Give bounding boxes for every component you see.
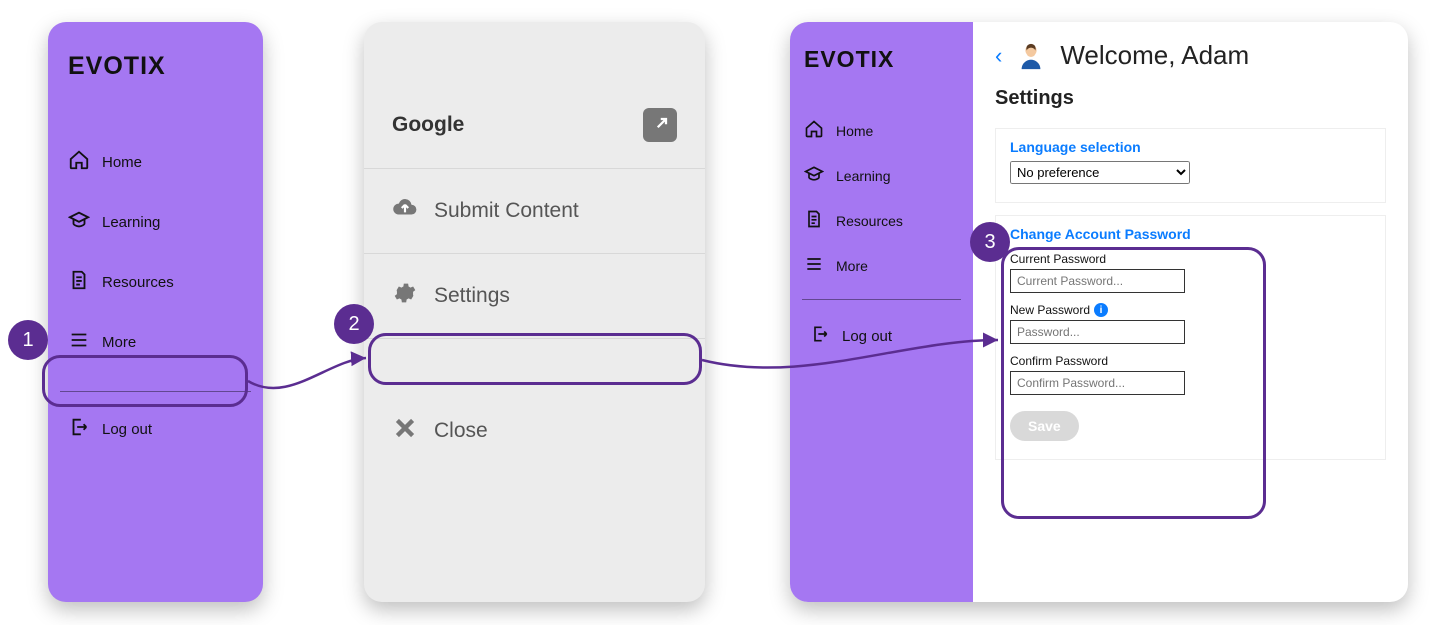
sidebar-item-more[interactable]: More: [796, 248, 967, 283]
new-password-label: New Password i: [1010, 303, 1371, 317]
gear-icon: [392, 280, 418, 312]
sidebar-item-label: Resources: [836, 213, 903, 229]
document-icon: [804, 209, 824, 232]
sidebar-nav: Home Learning Resources More: [48, 141, 263, 363]
sidebar-item-label: Home: [836, 123, 873, 139]
page-title: Settings: [995, 87, 1386, 110]
more-item-google[interactable]: Google: [364, 82, 705, 169]
brand-logo: EVOTIX: [790, 22, 973, 113]
new-password-label-text: New Password: [1010, 303, 1090, 317]
sidebar-item-label: More: [102, 334, 136, 351]
connector-arrow-2: [702, 320, 1012, 390]
card-heading-password: Change Account Password: [1010, 226, 1371, 242]
more-item-label: Google: [392, 113, 464, 137]
external-link-icon: [643, 108, 677, 142]
cloud-upload-icon: [392, 195, 418, 227]
divider: [802, 299, 961, 300]
divider: [60, 391, 251, 392]
sidebar-item-label: Log out: [102, 421, 152, 438]
more-item-label: Settings: [434, 284, 510, 308]
save-button[interactable]: Save: [1010, 411, 1079, 441]
password-card: Change Account Password Current Password…: [995, 215, 1386, 460]
sidebar-item-label: Learning: [836, 168, 891, 184]
logout-icon: [68, 416, 90, 442]
step-badge-3: 3: [970, 222, 1010, 262]
menu-icon: [68, 329, 90, 355]
menu-icon: [804, 254, 824, 277]
sidebar-item-label: Resources: [102, 274, 174, 291]
more-item-submit-content[interactable]: Submit Content: [364, 169, 705, 254]
more-item-label: Submit Content: [434, 199, 579, 223]
sidebar-item-label: More: [836, 258, 868, 274]
welcome-text: Welcome, Adam: [1060, 40, 1249, 71]
welcome-header: ‹ Welcome, Adam: [995, 40, 1386, 71]
sidebar-item-learning[interactable]: Learning: [58, 201, 253, 243]
graduation-cap-icon: [804, 164, 824, 187]
current-password-field[interactable]: [1010, 269, 1185, 293]
sidebar-item-resources[interactable]: Resources: [796, 203, 967, 238]
card-heading-language: Language selection: [1010, 139, 1371, 155]
info-icon[interactable]: i: [1094, 303, 1108, 317]
home-icon: [68, 149, 90, 175]
more-item-settings[interactable]: Settings: [364, 254, 705, 339]
more-item-close[interactable]: Close: [364, 389, 705, 473]
sidebar-item-home[interactable]: Home: [58, 141, 253, 183]
sidebar-item-more[interactable]: More: [58, 321, 253, 363]
language-select[interactable]: No preference: [1010, 161, 1190, 184]
avatar: [1016, 41, 1046, 71]
brand-logo: EVOTIX: [48, 22, 263, 141]
language-card: Language selection No preference: [995, 128, 1386, 203]
confirm-password-field[interactable]: [1010, 371, 1185, 395]
new-password-field[interactable]: [1010, 320, 1185, 344]
panel-step-2: Google Submit Content Settings Close: [364, 22, 705, 602]
more-item-label: Close: [434, 419, 488, 443]
step-badge-1: 1: [8, 320, 48, 360]
sidebar-item-logout[interactable]: Log out: [48, 408, 263, 450]
sidebar-item-label: Home: [102, 154, 142, 171]
sidebar-item-resources[interactable]: Resources: [58, 261, 253, 303]
panel-step-1: EVOTIX Home Learning Resources More Log …: [48, 22, 263, 602]
sidebar-item-learning[interactable]: Learning: [796, 158, 967, 193]
confirm-password-label: Confirm Password: [1010, 354, 1371, 368]
connector-arrow-1: [248, 355, 378, 415]
home-icon: [804, 119, 824, 142]
current-password-label: Current Password: [1010, 252, 1371, 266]
settings-main: ‹ Welcome, Adam Settings Language select…: [973, 22, 1408, 602]
step-badge-2: 2: [334, 304, 374, 344]
back-chevron-icon[interactable]: ‹: [995, 43, 1002, 69]
panel-step-3: EVOTIX Home Learning Resources More Log …: [790, 22, 1408, 602]
sidebar-nav: Home Learning Resources More: [790, 113, 973, 283]
graduation-cap-icon: [68, 209, 90, 235]
close-icon: [392, 415, 418, 447]
sidebar: EVOTIX Home Learning Resources More Log …: [790, 22, 973, 602]
sidebar-item-label: Learning: [102, 214, 160, 231]
document-icon: [68, 269, 90, 295]
sidebar-item-home[interactable]: Home: [796, 113, 967, 148]
